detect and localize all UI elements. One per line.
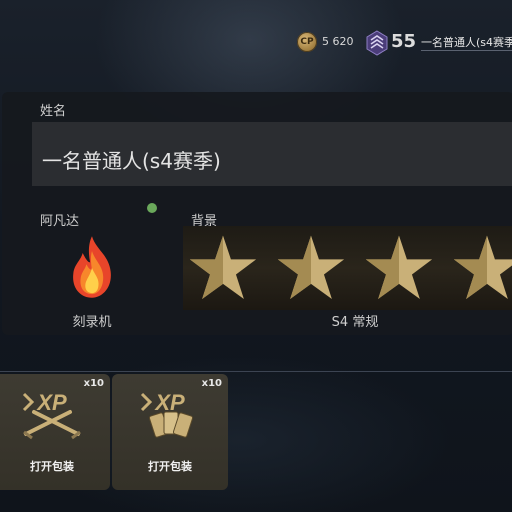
xp-cards-icon: XP [140,390,194,438]
avatar-selector[interactable] [40,228,150,310]
name-label: 姓名 [40,104,67,119]
svg-text:XP: XP [153,390,185,415]
cp-icon-text: CP [300,37,314,47]
star-icon [189,235,257,299]
player-name-underline [421,50,512,51]
svg-text:XP: XP [35,390,67,415]
name-value[interactable]: 一名普通人(s4赛季) [42,145,221,174]
background-item-name: S4 常规 [331,315,379,330]
open-pack-label: 打开包装 [148,460,192,473]
fire-icon [73,236,111,298]
section-divider [0,371,512,372]
xp-crossed-knives-icon: XP [22,390,81,440]
star-icon [453,235,512,299]
open-pack-label: 打开包装 [30,460,74,473]
star-icon [277,235,345,299]
star-icon [365,235,433,299]
new-indicator-dot [147,203,157,213]
xp-pack-card-2[interactable]: x10 XP 打开包装 [112,374,228,490]
top-status-bar: CP 5 620 55 一名普通人(s4赛季 [0,28,512,58]
background-selector[interactable] [183,226,512,310]
player-level: 55 [391,31,417,52]
player-name[interactable]: 一名普通人(s4赛季 [421,34,512,50]
cp-amount: 5 620 [322,35,354,48]
avatar-label: 阿凡达 [40,214,80,229]
cp-currency-icon: CP [297,32,317,52]
avatar-item-name: 刻录机 [72,315,112,330]
rank-chevron-badge-icon [366,30,388,56]
xp-pack-card-1[interactable]: x10 XP 打开包装 [0,374,110,490]
